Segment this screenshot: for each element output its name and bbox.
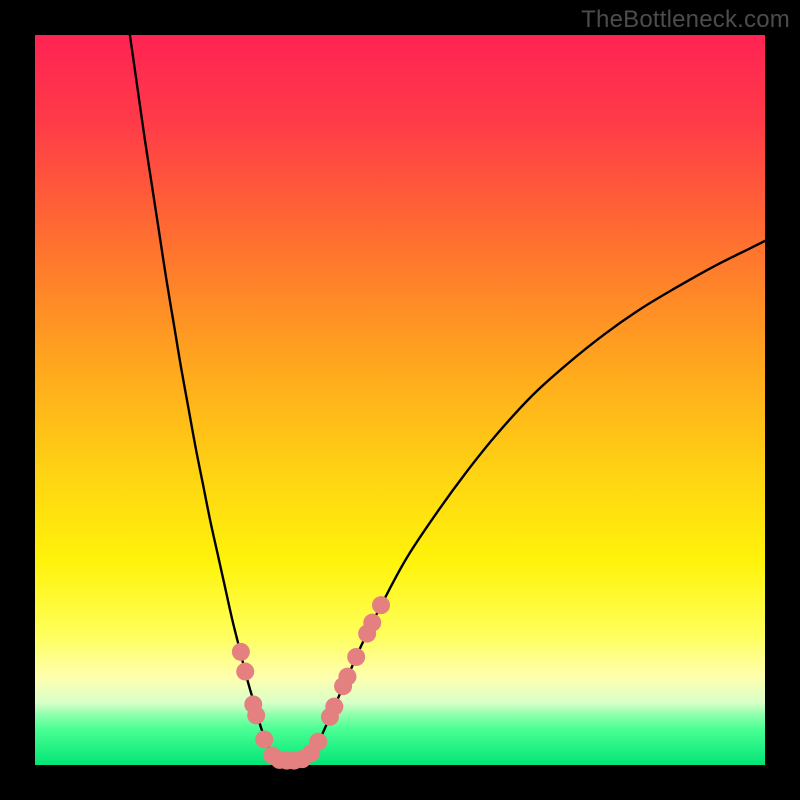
outer-frame: TheBottleneck.com xyxy=(0,0,800,800)
data-marker xyxy=(232,643,250,661)
data-marker xyxy=(325,698,343,716)
data-marker xyxy=(255,730,273,748)
data-marker xyxy=(347,648,365,666)
data-marker xyxy=(309,733,327,751)
chart-svg xyxy=(35,35,765,765)
data-marker xyxy=(236,663,254,681)
data-marker xyxy=(363,614,381,632)
data-marker xyxy=(338,668,356,686)
watermark-text: TheBottleneck.com xyxy=(581,6,790,34)
bottleneck-curve xyxy=(130,35,765,761)
data-marker xyxy=(372,596,390,614)
data-marker xyxy=(247,706,265,724)
